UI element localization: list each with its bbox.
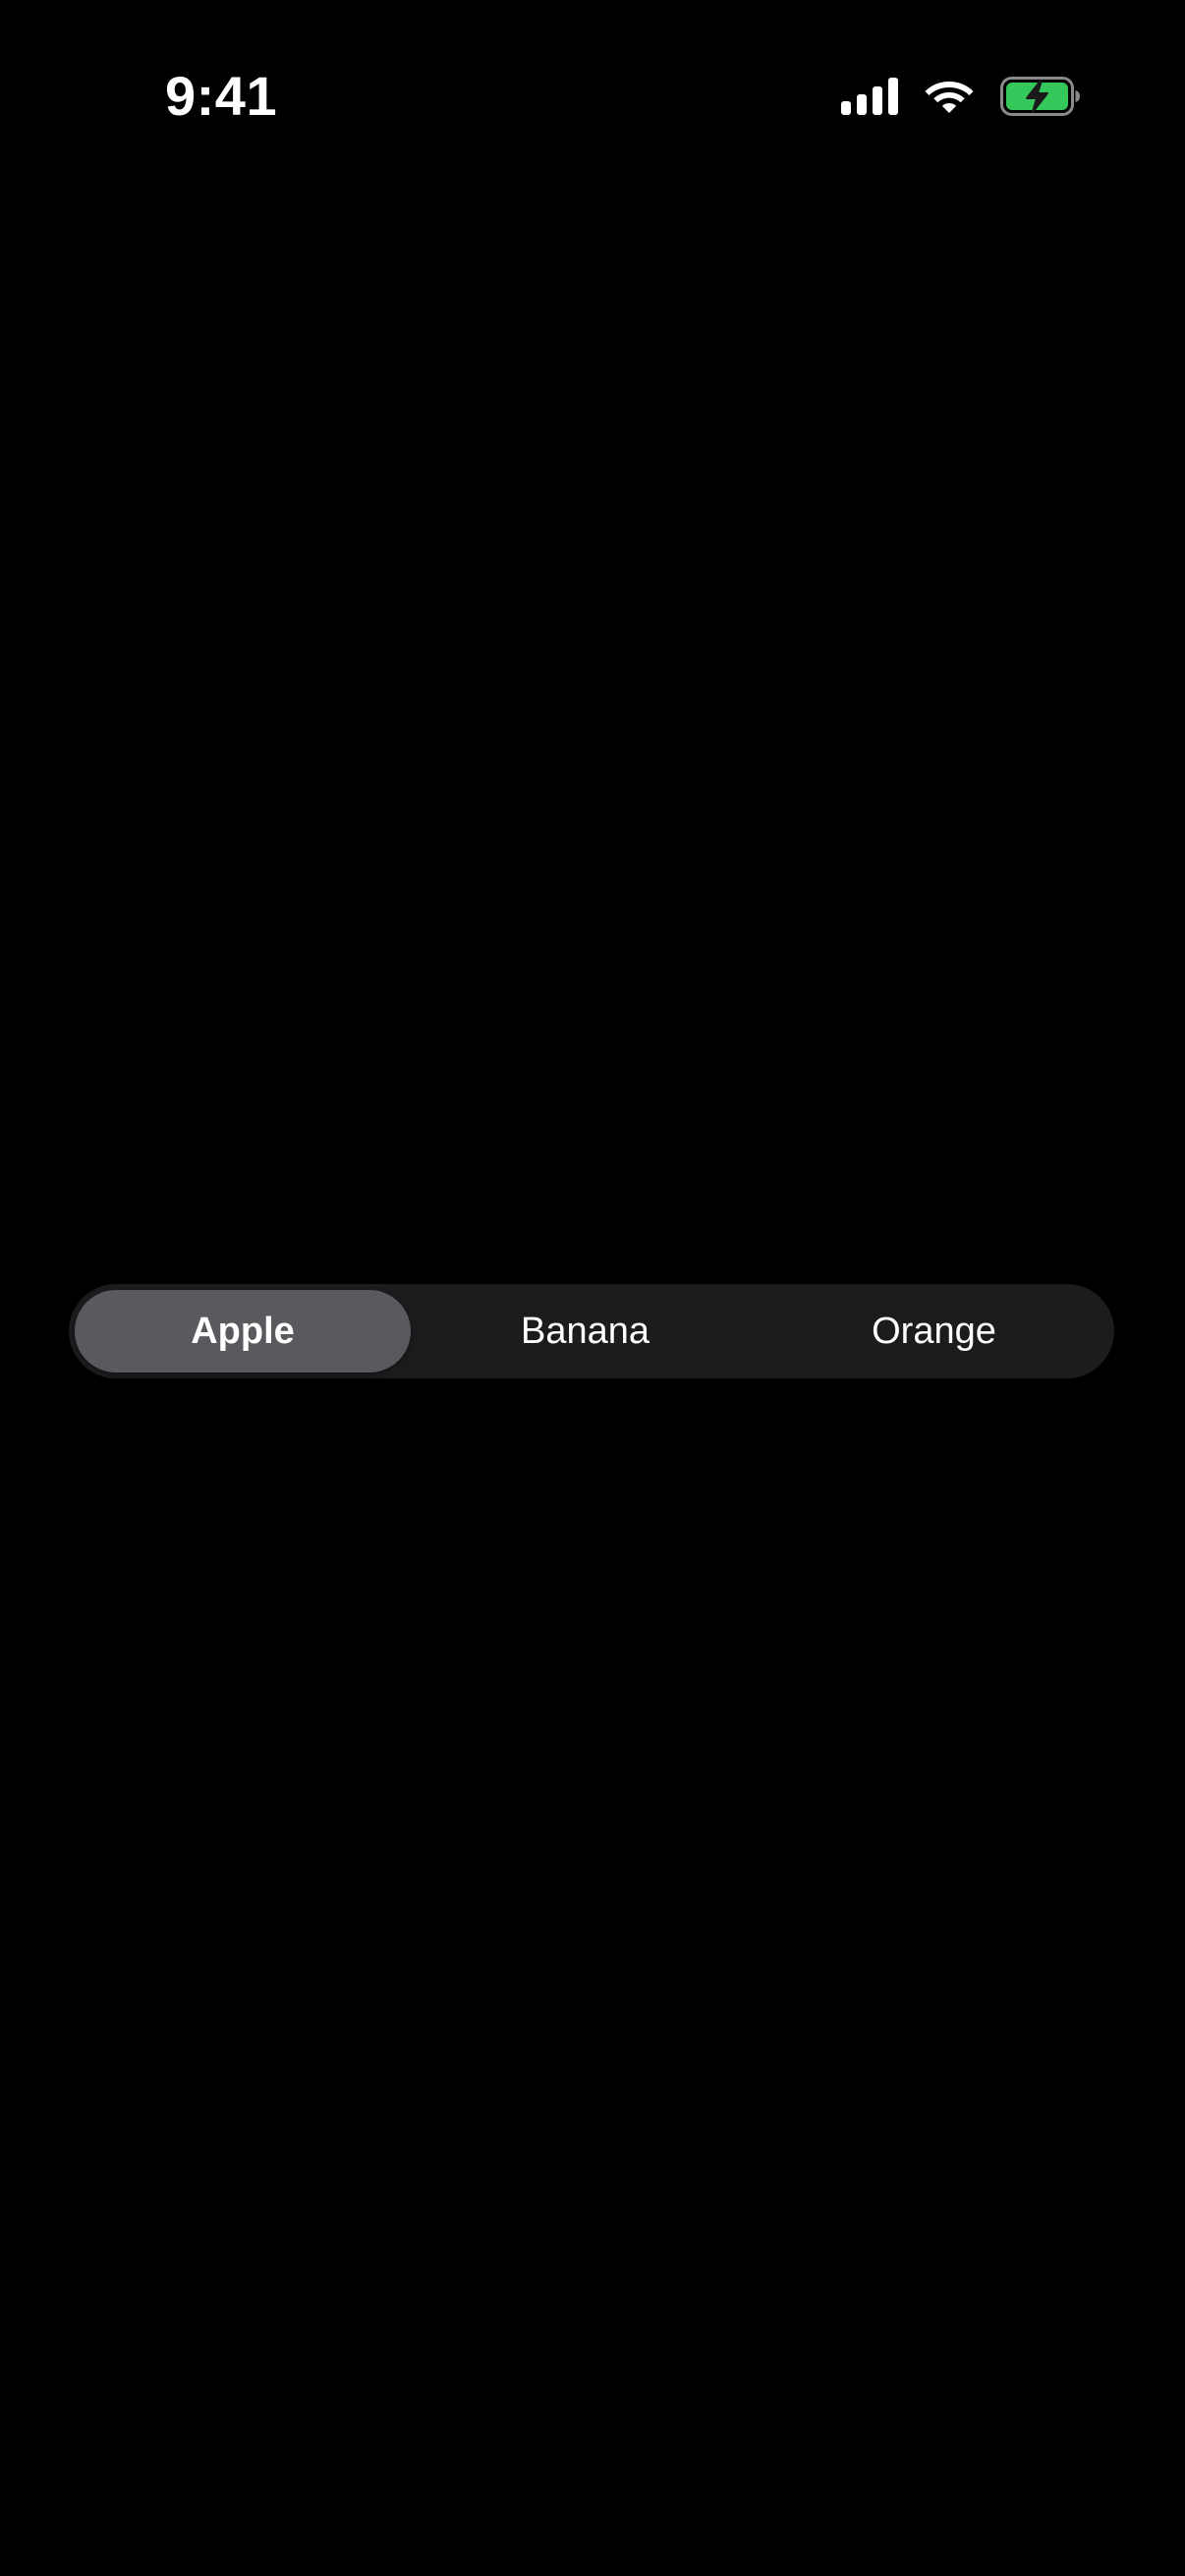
segment-label: Banana [520,1311,649,1352]
status-icons [841,71,1081,122]
segment-apple[interactable]: Apple [75,1290,411,1372]
battery-charging-icon [1000,77,1081,116]
segment-label: Apple [191,1311,295,1352]
status-bar: 9:41 [0,0,1185,193]
segment-orange[interactable]: Orange [760,1290,1108,1372]
cellular-signal-icon [841,78,898,115]
segment-label: Orange [872,1311,996,1352]
segment-banana[interactable]: Banana [411,1290,760,1372]
wifi-icon [924,78,975,115]
fruit-segmented-control: Apple Banana Orange [69,1284,1114,1378]
status-time: 9:41 [165,65,278,127]
